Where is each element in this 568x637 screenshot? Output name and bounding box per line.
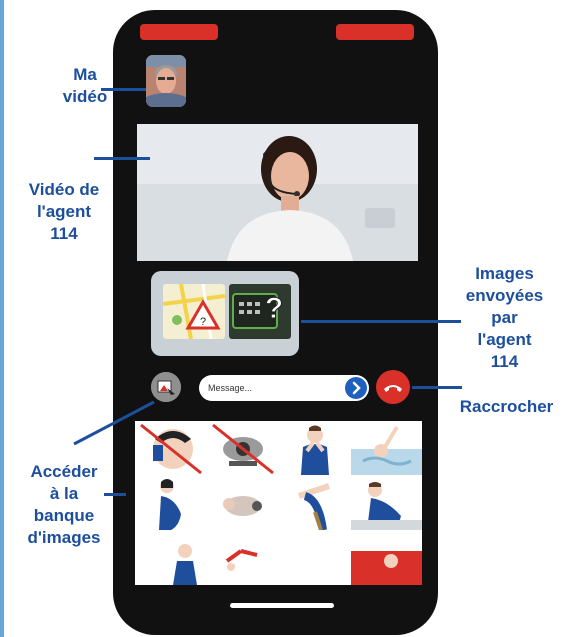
- annotation-line: l'agent: [477, 330, 532, 349]
- pictogram-lying-person[interactable]: [351, 476, 422, 530]
- camera-crossed-icon: [212, 423, 274, 475]
- pointer-my-video: [101, 88, 146, 91]
- annotation-line: Vidéo de: [28, 180, 100, 199]
- phone-hangup-icon: [384, 385, 402, 392]
- pictogram-partial-4[interactable]: [351, 531, 422, 585]
- person-drowning-icon: [351, 425, 422, 475]
- map-icon: ?: [163, 284, 225, 339]
- pointer-images-sent: [301, 320, 461, 323]
- page-edge: [0, 0, 4, 637]
- baby-icon: [223, 496, 262, 516]
- received-image-keypad[interactable]: ?: [229, 284, 291, 339]
- message-placeholder: Message...: [208, 383, 253, 393]
- pictogram-injury[interactable]: [279, 476, 350, 530]
- annotation-line: par: [491, 308, 518, 327]
- annotation-line: Raccrocher: [459, 397, 554, 416]
- send-button[interactable]: [345, 377, 367, 399]
- image-bank-grid: [135, 421, 422, 585]
- annotation-line: banque: [33, 506, 95, 525]
- annotation-line: l'agent: [36, 202, 92, 221]
- annotation-line: Ma: [73, 65, 97, 84]
- keypad-question-icon: ?: [229, 284, 291, 339]
- fallen-person-icon: [225, 549, 258, 571]
- annotation-line: 114: [490, 352, 519, 371]
- pointer-image-bank: [73, 400, 155, 446]
- annotation-line: envoyées: [465, 286, 544, 305]
- agent-video: [137, 124, 418, 261]
- message-input[interactable]: Message...: [199, 375, 369, 401]
- received-image-map[interactable]: ?: [163, 284, 225, 339]
- status-bar-right: [336, 24, 414, 40]
- arrow-right-icon: [352, 381, 361, 395]
- received-images-panel: ? ?: [151, 271, 299, 356]
- annotation-agent-video: Vidéo de l'agent 114: [16, 179, 112, 245]
- hang-up-button[interactable]: [376, 370, 410, 404]
- pictogram-partial-2[interactable]: [207, 531, 278, 585]
- annotation-hang-up: Raccrocher: [447, 396, 566, 418]
- injured-arm-icon: [298, 483, 330, 530]
- my-video-thumbnail[interactable]: [146, 55, 186, 107]
- person-lying-icon: [351, 482, 422, 530]
- annotation-my-video: Ma vidéo: [50, 64, 120, 108]
- pictogram-choking[interactable]: [279, 421, 350, 475]
- pointer-agent-video: [94, 157, 150, 160]
- annotation-line: d'images: [27, 528, 101, 547]
- annotation-line: Accéder: [30, 462, 98, 481]
- pictogram-pregnant[interactable]: [135, 476, 206, 530]
- person-partial-icon: [173, 544, 197, 585]
- pointer-hang-up: [412, 386, 462, 389]
- annotation-line: à la: [49, 484, 79, 503]
- svg-text:?: ?: [200, 316, 206, 328]
- annotation-image-bank: Accéder à la banque d'images: [16, 461, 112, 549]
- red-scene-icon: [351, 551, 422, 585]
- status-bar-left: [140, 24, 218, 40]
- annotation-line: 114: [50, 224, 78, 243]
- person-choking-icon: [301, 425, 329, 475]
- agent-portrait-icon: [137, 124, 418, 261]
- pictogram-baby[interactable]: [207, 476, 278, 530]
- pregnant-woman-icon: [159, 479, 181, 530]
- pictogram-no-camera[interactable]: [207, 421, 278, 475]
- svg-text:?: ?: [265, 292, 283, 325]
- pictogram-drowning[interactable]: [351, 421, 422, 475]
- self-portrait-icon: [146, 55, 186, 107]
- pictogram-partial-3[interactable]: [279, 531, 350, 585]
- pictogram-partial-1[interactable]: [135, 531, 206, 585]
- annotation-line: Images: [475, 264, 534, 283]
- blank-pictogram-icon: [279, 531, 350, 585]
- annotation-images-sent: Images envoyées par l'agent 114: [452, 263, 557, 373]
- home-indicator: [230, 603, 334, 608]
- pointer-image-bank-tick: [104, 493, 126, 496]
